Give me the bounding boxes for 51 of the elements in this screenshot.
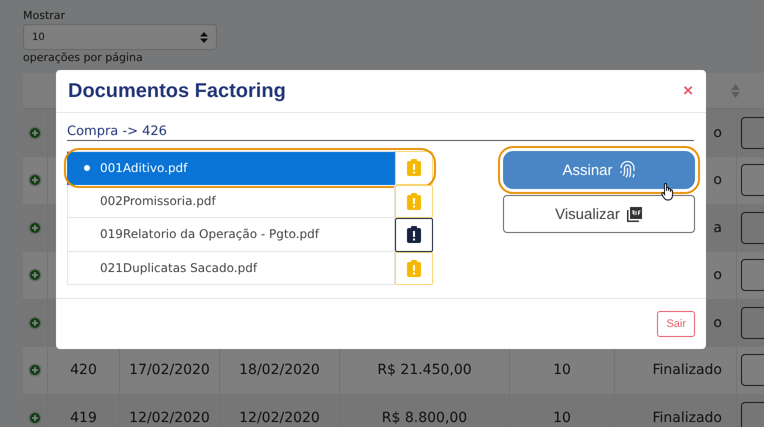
clipboard-alert-button[interactable]: [395, 218, 433, 252]
sort-caret-icon: [200, 32, 208, 42]
row-action-button[interactable]: [741, 259, 764, 292]
per-page-label: operações por página: [23, 51, 143, 65]
pdf-file-icon: [626, 206, 643, 222]
fingerprint-icon: [618, 161, 636, 179]
expand-icon[interactable]: [28, 126, 42, 140]
row-action-button[interactable]: [741, 354, 764, 386]
table-cell: 419: [70, 410, 97, 426]
table-cell: Finalizado: [652, 362, 722, 378]
document-item[interactable]: 002Promissoria.pdf: [67, 184, 395, 218]
table-cell: o: [713, 314, 722, 331]
expand-icon[interactable]: [28, 363, 42, 378]
table-cell: 420: [70, 362, 97, 378]
table-cell: a: [713, 220, 722, 236]
table-cell: 17/02/2020: [129, 362, 210, 378]
table-cell: 18/02/2020: [239, 362, 320, 378]
table-cell: 10: [553, 410, 571, 426]
clipboard-alert-icon: [407, 192, 421, 210]
table-cell: R$ 8.800,00: [382, 410, 468, 426]
clipboard-alert-icon: [407, 260, 421, 277]
page-size-select[interactable]: 10: [23, 24, 217, 50]
row-action-button[interactable]: [741, 164, 764, 196]
expand-icon[interactable]: [28, 220, 42, 235]
table-cell: o: [713, 267, 722, 284]
exit-button[interactable]: Sair: [657, 311, 695, 337]
row-action-button[interactable]: [741, 116, 764, 149]
clipboard-alert-icon: [407, 226, 421, 244]
table-cell: R$ 21.450,00: [377, 362, 472, 378]
table-cell: 12/02/2020: [239, 410, 320, 426]
view-button[interactable]: Visualizar: [503, 195, 695, 233]
table-cell: 10: [553, 362, 571, 378]
hand-cursor-icon: [661, 183, 674, 201]
purchase-subtitle: Compra -> 426: [67, 124, 694, 141]
close-button[interactable]: ×: [681, 81, 695, 101]
table-cell: Finalizado: [652, 410, 722, 426]
document-item[interactable]: 019Relatorio da Operação - Pgto.pdf: [67, 218, 395, 252]
expand-icon[interactable]: [28, 316, 42, 330]
row-action-button[interactable]: [741, 212, 764, 244]
clipboard-alert-icon: [407, 159, 421, 176]
expand-icon[interactable]: [28, 268, 42, 282]
expand-icon[interactable]: [28, 173, 42, 188]
modal-title: Documentos Factoring: [68, 80, 286, 102]
table-cell: o: [713, 172, 722, 188]
document-item[interactable]: 001Aditivo.pdf: [67, 151, 395, 184]
table-cell: o: [713, 124, 722, 141]
show-label: Mostrar: [23, 9, 66, 23]
table-cell: 12/02/2020: [129, 410, 210, 426]
row-action-button[interactable]: [741, 306, 764, 339]
expand-icon[interactable]: [28, 410, 42, 425]
document-item[interactable]: 021Duplicatas Sacado.pdf: [67, 252, 395, 285]
